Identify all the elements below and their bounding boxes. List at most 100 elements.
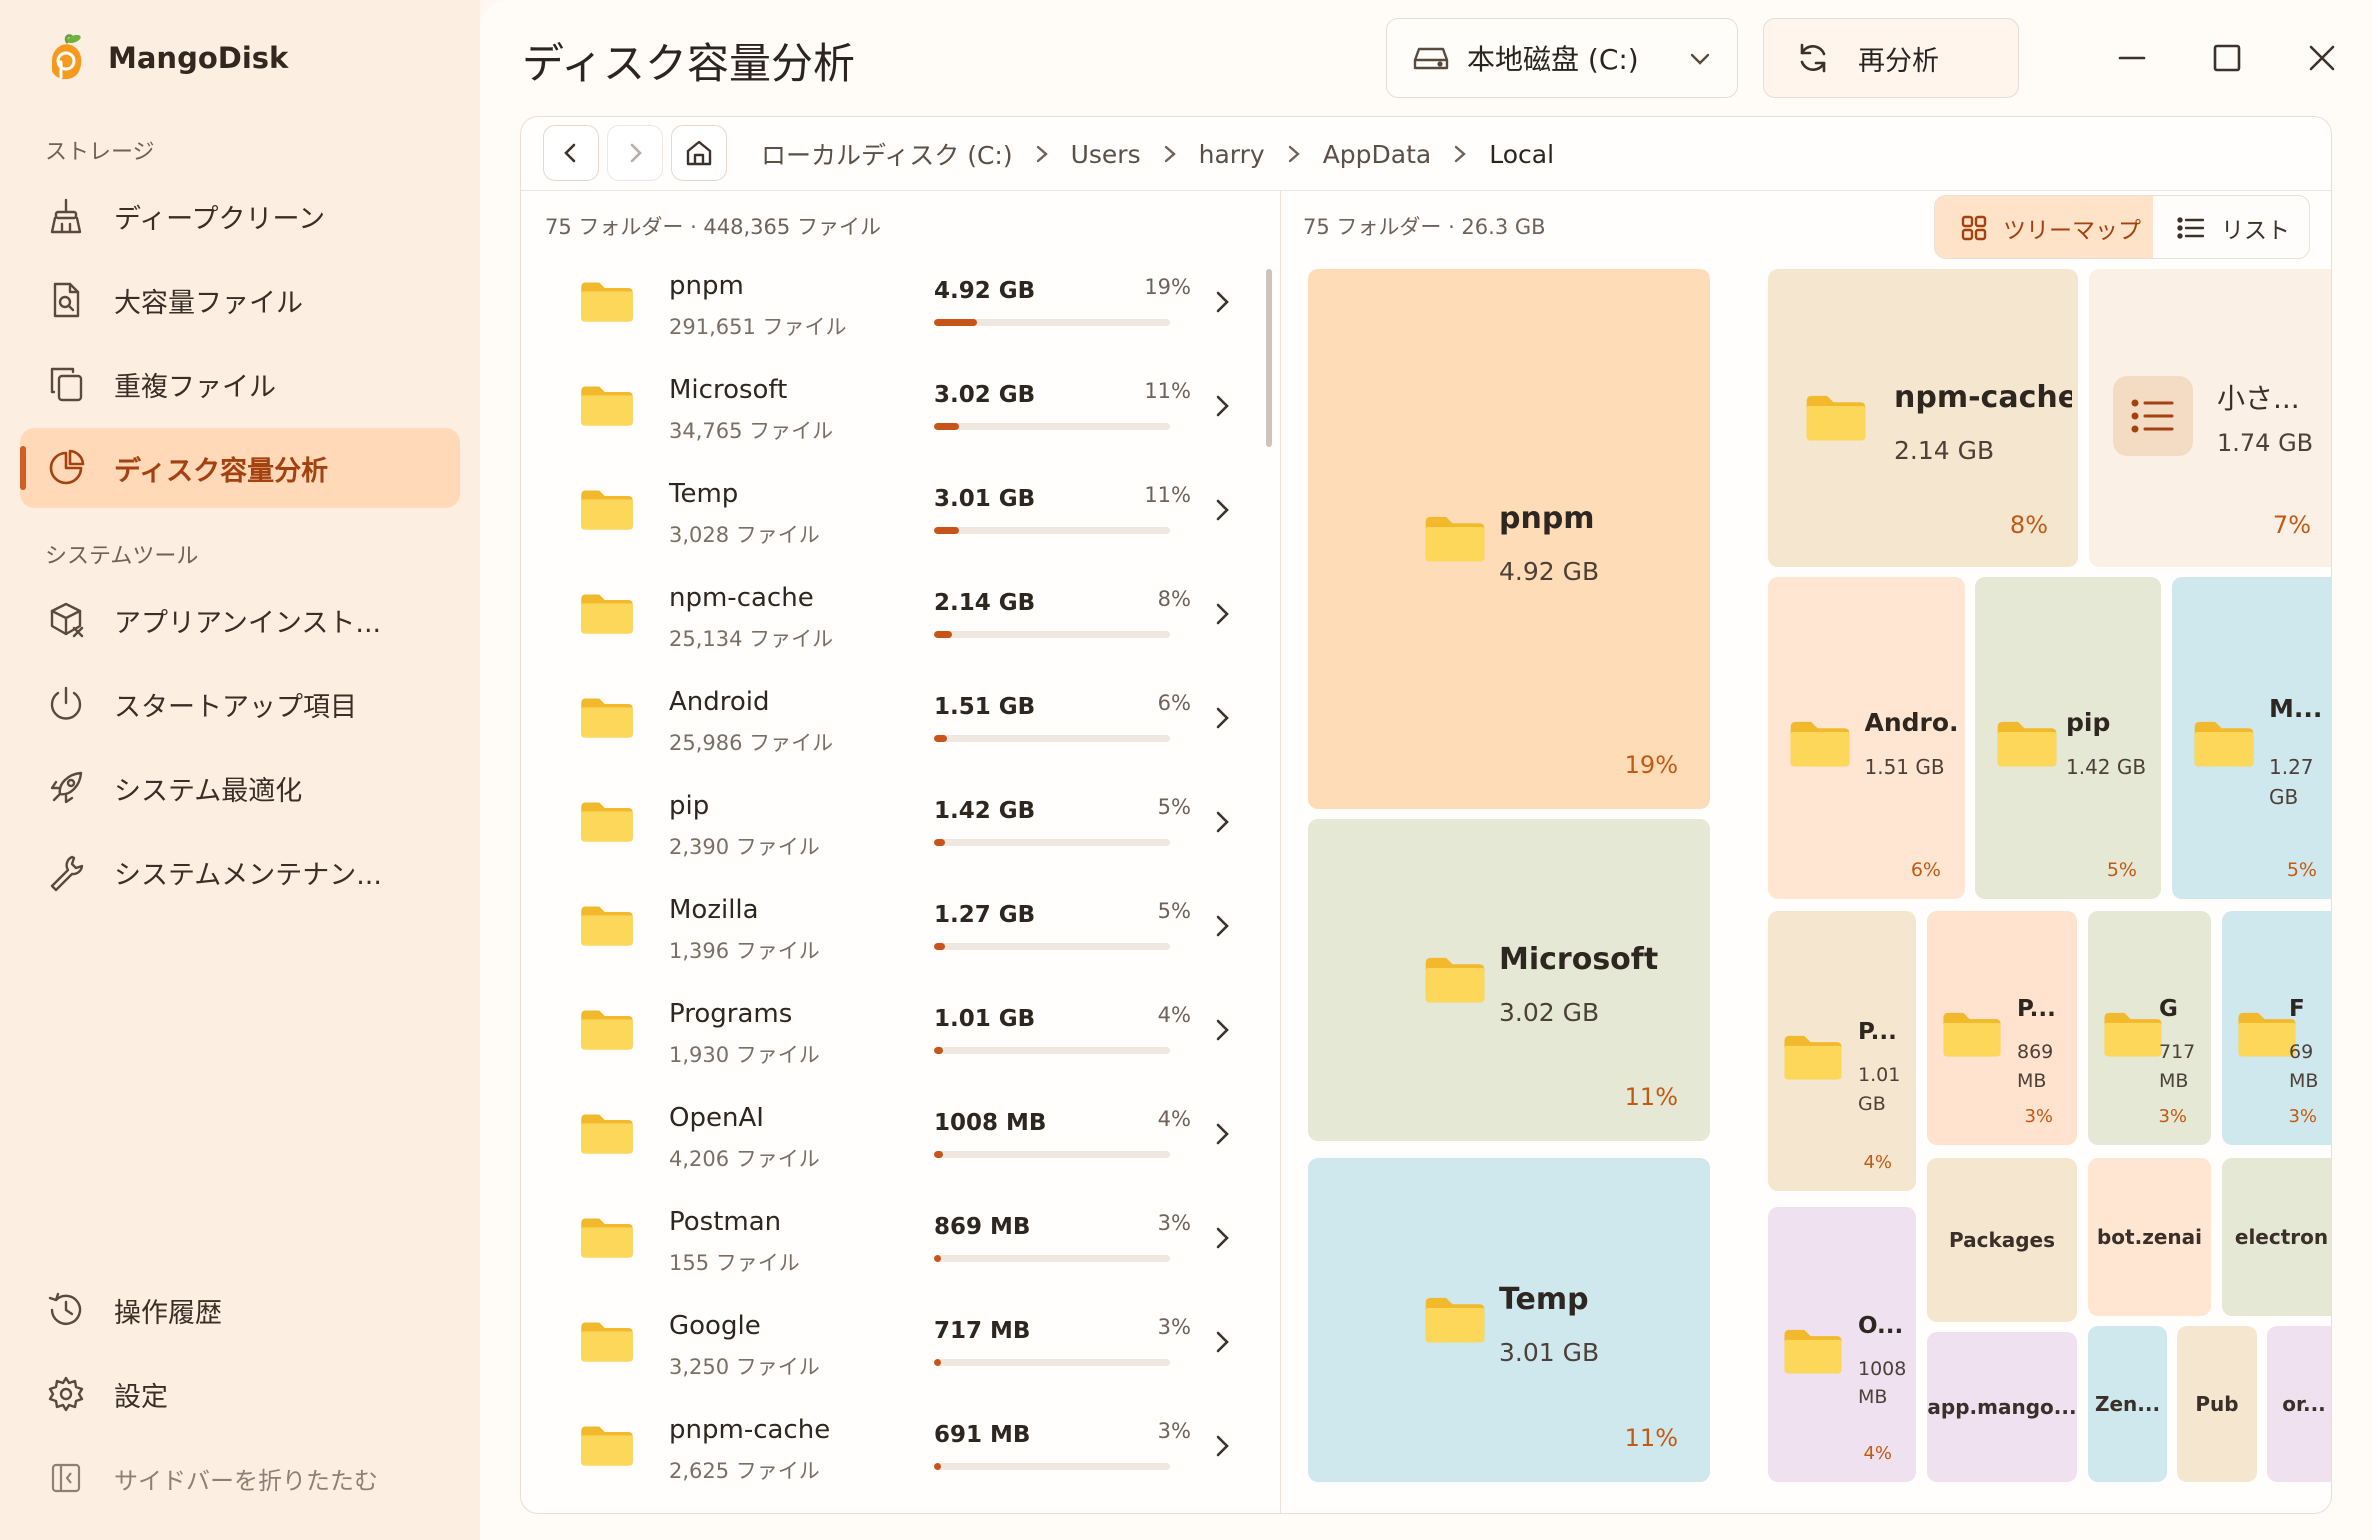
treemap-tile[interactable]: O... 1008 MB 4%: [1768, 1207, 1916, 1482]
treemap-tile[interactable]: pip 1.42 GB 5%: [1975, 577, 2161, 899]
folder-icon: [2102, 1009, 2164, 1059]
tile-name: pip: [2066, 708, 2111, 737]
folder-icon: [1423, 513, 1487, 564]
treemap-tile[interactable]: Pub: [2177, 1326, 2257, 1482]
chevron-right-icon[interactable]: [1213, 391, 1233, 421]
breadcrumb-item[interactable]: Users: [1071, 140, 1141, 169]
mango-logo-icon: [44, 33, 90, 83]
collapse-sidebar-button[interactable]: サイドバーを折りたたむ: [20, 1438, 460, 1518]
treemap-tile[interactable]: Packages: [1927, 1158, 2077, 1322]
treemap-tile[interactable]: pnpm 4.92 GB 19%: [1308, 269, 1710, 809]
breadcrumb-item[interactable]: AppData: [1323, 140, 1432, 169]
sidebar-item-app-uninstall[interactable]: アプリアンインスト...: [20, 580, 460, 660]
list-scrollbar[interactable]: [1266, 269, 1272, 447]
chevron-right-icon[interactable]: [1213, 911, 1233, 941]
folder-row[interactable]: Programs 1,930 ファイル 1.01 GB 4%: [521, 985, 1280, 1089]
chevron-right-icon[interactable]: [1213, 703, 1233, 733]
chevron-right-icon[interactable]: [1213, 1431, 1233, 1461]
close-button[interactable]: [2292, 28, 2352, 88]
chevron-right-icon[interactable]: [1213, 1327, 1233, 1357]
treemap-tile[interactable]: M... 1.27 GB 5%: [2172, 577, 2331, 899]
folder-name: Programs: [669, 999, 793, 1029]
treemap-tile[interactable]: P... 1.01 GB 4%: [1768, 911, 1916, 1191]
treemap-tile[interactable]: Andro... 1.51 GB 6%: [1768, 577, 1965, 899]
folder-size: 1.27 GB: [934, 902, 1036, 928]
folder-row[interactable]: Mozilla 1,396 ファイル 1.27 GB 5%: [521, 881, 1280, 985]
breadcrumb-item[interactable]: ローカルディスク (C:): [761, 136, 1013, 172]
folder-row[interactable]: Microsoft 34,765 ファイル 3.02 GB 11%: [521, 361, 1280, 465]
section-system-tools: システムツール: [45, 544, 199, 569]
treemap-tile[interactable]: or...: [2267, 1326, 2331, 1482]
home-button[interactable]: [671, 125, 727, 181]
usage-bar-fill: [934, 527, 959, 534]
treemap-tile[interactable]: bot.zenai: [2088, 1158, 2211, 1316]
tile-percent: 4%: [1863, 1152, 1892, 1173]
sidebar-item-large-files[interactable]: 大容量ファイル: [20, 260, 460, 340]
treemap-tile[interactable]: electron: [2222, 1158, 2331, 1316]
chevron-right-icon[interactable]: [1213, 495, 1233, 525]
tile-name: Pub: [2195, 1392, 2239, 1416]
sidebar-item-disk-analysis[interactable]: ディスク容量分析: [20, 428, 460, 508]
folder-row[interactable]: pnpm-cache 2,625 ファイル 691 MB 3%: [521, 1401, 1280, 1505]
folder-name: Microsoft: [669, 375, 788, 405]
treemap-tile[interactable]: F 69 MB 3%: [2222, 911, 2331, 1145]
chevron-right-icon[interactable]: [1213, 1015, 1233, 1045]
analysis-panel: ローカルディスク (C:) Users harry AppData Local …: [520, 116, 2332, 1514]
tile-percent: 19%: [1624, 751, 1678, 779]
chevron-right-icon[interactable]: [1213, 807, 1233, 837]
folder-row[interactable]: pnpm 291,651 ファイル 4.92 GB 19%: [521, 257, 1280, 361]
tile-size: 1.74 GB: [2217, 429, 2314, 457]
usage-bar: [934, 1255, 1170, 1262]
folder-row[interactable]: Android 25,986 ファイル 1.51 GB 6%: [521, 673, 1280, 777]
view-list-button[interactable]: リスト: [2153, 196, 2309, 258]
chevron-right-icon[interactable]: [1213, 287, 1233, 317]
folder-size: 1.01 GB: [934, 1006, 1036, 1032]
treemap-tile[interactable]: app.mango...: [1927, 1332, 2077, 1482]
folder-row[interactable]: pip 2,390 ファイル 1.42 GB 5%: [521, 777, 1280, 881]
chevron-right-icon[interactable]: [1213, 599, 1233, 629]
sidebar-item-history[interactable]: 操作履歴: [20, 1270, 460, 1350]
folder-row[interactable]: Google 3,250 ファイル 717 MB 3%: [521, 1297, 1280, 1401]
usage-bar: [934, 1151, 1170, 1158]
folder-percent: 11%: [1144, 483, 1191, 507]
treemap-tile[interactable]: Temp 3.01 GB 11%: [1308, 1158, 1710, 1482]
folder-size: 1.42 GB: [934, 798, 1036, 824]
usage-bar-fill: [934, 1151, 943, 1158]
maximize-button[interactable]: [2197, 28, 2257, 88]
treemap-tile[interactable]: Zen...: [2088, 1326, 2167, 1482]
tile-percent: 4%: [1863, 1443, 1892, 1464]
treemap-tile[interactable]: P... 869 MB 3%: [1927, 911, 2077, 1145]
view-treemap-button[interactable]: ツリーマップ: [1935, 196, 2153, 258]
folder-icon: [579, 591, 635, 636]
folder-icon: [1782, 1032, 1844, 1082]
treemap-tile[interactable]: 小さ... 1.74 GB 7%: [2089, 269, 2331, 567]
forward-button[interactable]: [607, 125, 663, 181]
reanalyze-button[interactable]: 再分析: [1763, 18, 2019, 98]
folder-row[interactable]: npm-cache 25,134 ファイル 2.14 GB 8%: [521, 569, 1280, 673]
folder-row[interactable]: Postman 155 ファイル 869 MB 3%: [521, 1193, 1280, 1297]
folder-row[interactable]: Temp 3,028 ファイル 3.01 GB 11%: [521, 465, 1280, 569]
view-treemap-label: ツリーマップ: [2003, 218, 2141, 244]
chevron-right-icon[interactable]: [1213, 1119, 1233, 1149]
treemap-tile[interactable]: G 717 MB 3%: [2088, 911, 2211, 1145]
treemap-tile[interactable]: npm-cache 2.14 GB 8%: [1768, 269, 2078, 567]
back-button[interactable]: [543, 125, 599, 181]
sidebar-item-startup[interactable]: スタートアップ項目: [20, 664, 460, 744]
minimize-icon: [2118, 44, 2146, 72]
sidebar-item-settings[interactable]: 設定: [20, 1354, 460, 1434]
treemap-tile[interactable]: Microsoft 3.02 GB 11%: [1308, 819, 1710, 1141]
sidebar-item-duplicate-files[interactable]: 重複ファイル: [20, 344, 460, 424]
breadcrumb-item[interactable]: harry: [1199, 140, 1265, 169]
minimize-button[interactable]: [2102, 28, 2162, 88]
sidebar-item-optimize[interactable]: システム最適化: [20, 748, 460, 828]
folder-file-count: 25,986 ファイル: [669, 731, 834, 755]
tile-name: app.mango...: [1927, 1395, 2077, 1419]
folder-file-count: 25,134 ファイル: [669, 627, 834, 651]
sidebar-item-maintenance[interactable]: システムメンテナン...: [20, 832, 460, 912]
sidebar: MangoDisk ストレージ ディープクリーン 大容量ファイル 重複ファイル …: [0, 0, 480, 1540]
folder-row[interactable]: OpenAI 4,206 ファイル 1008 MB 4%: [521, 1089, 1280, 1193]
drive-select[interactable]: 本地磁盘 (C:): [1386, 18, 1738, 98]
chevron-right-icon[interactable]: [1213, 1223, 1233, 1253]
sidebar-item-deep-clean[interactable]: ディープクリーン: [20, 176, 460, 256]
grid-icon: [1961, 215, 1987, 241]
